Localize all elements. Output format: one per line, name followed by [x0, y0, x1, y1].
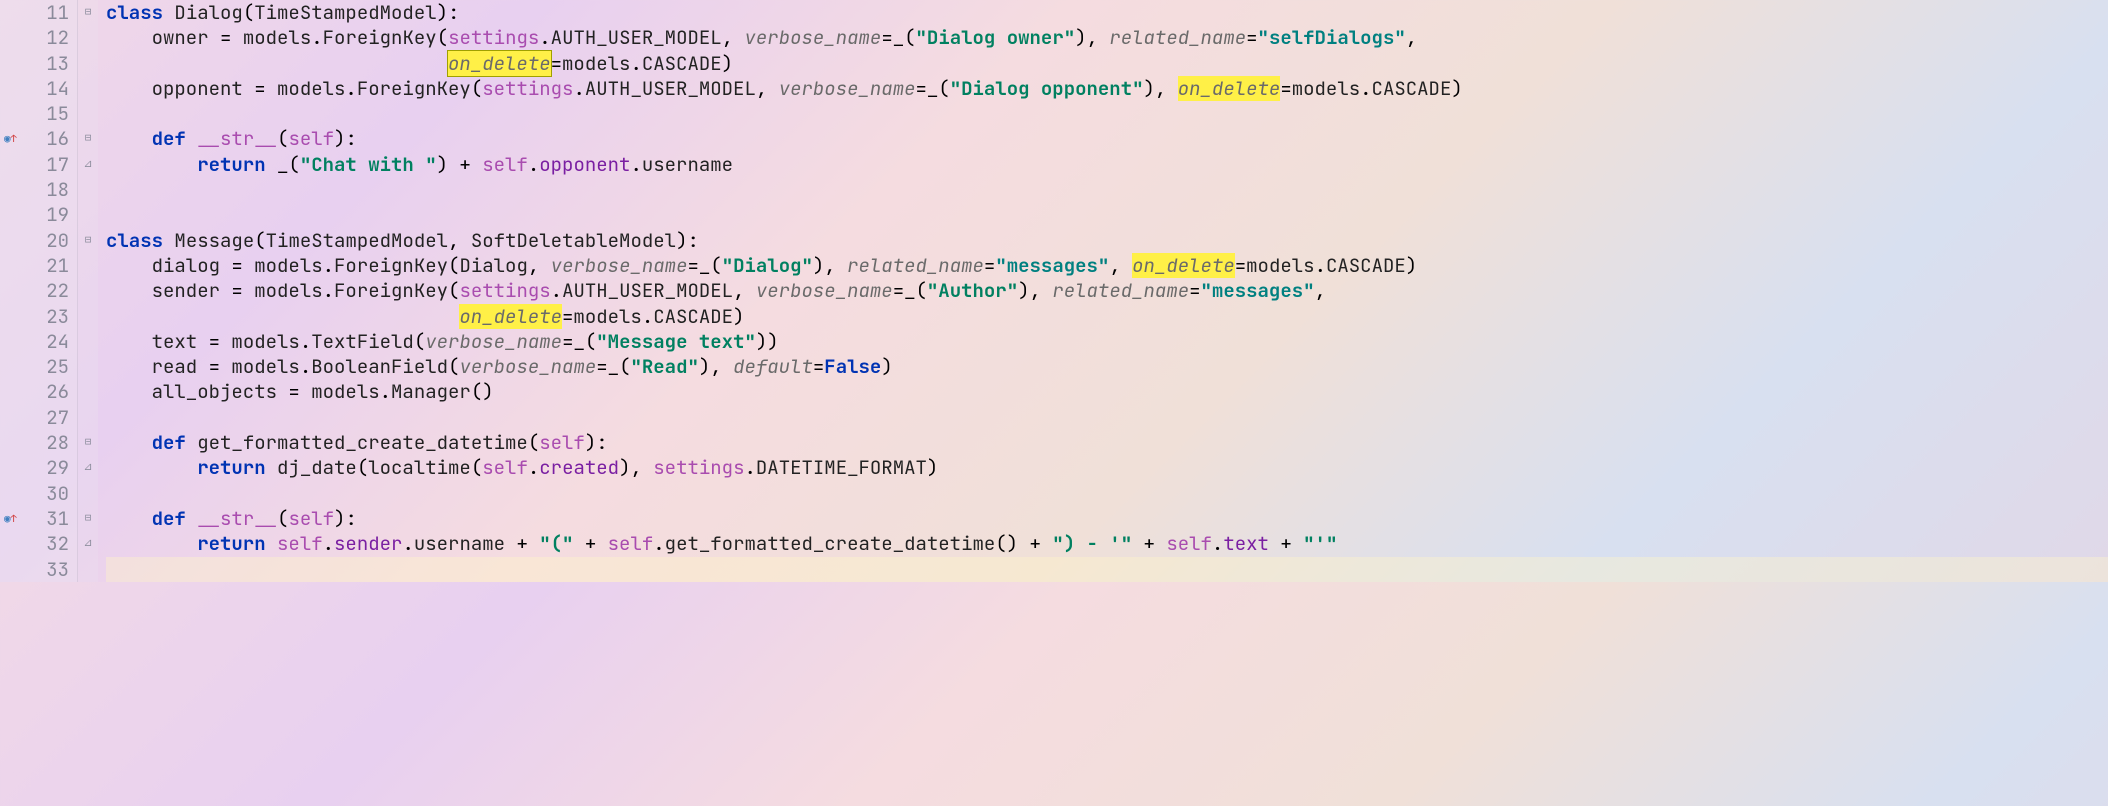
fold-end: ⊿: [78, 152, 98, 177]
line-number[interactable]: 33: [0, 557, 69, 582]
code-line[interactable]: def __str__(self):: [106, 506, 2108, 531]
code-line[interactable]: def __str__(self):: [106, 126, 2108, 151]
line-number[interactable]: 28: [0, 430, 69, 455]
line-number[interactable]: ◉↑31: [0, 506, 69, 531]
line-number[interactable]: 25: [0, 354, 69, 379]
code-line[interactable]: [106, 202, 2108, 227]
fold-toggle[interactable]: ⊟: [78, 506, 98, 531]
code-line[interactable]: read = models.BooleanField(verbose_name=…: [106, 354, 2108, 379]
line-number[interactable]: 20: [0, 228, 69, 253]
line-number[interactable]: 26: [0, 379, 69, 404]
code-line[interactable]: class Dialog(TimeStampedModel):: [106, 0, 2108, 25]
code-line[interactable]: on_delete=models.CASCADE): [106, 51, 2108, 76]
line-number[interactable]: 21: [0, 253, 69, 278]
highlighted-on-delete: on_delete: [459, 304, 562, 329]
code-line[interactable]: [106, 481, 2108, 506]
line-number[interactable]: 29: [0, 455, 69, 480]
line-number[interactable]: 22: [0, 278, 69, 303]
line-number[interactable]: 32: [0, 531, 69, 556]
code-line[interactable]: dialog = models.ForeignKey(Dialog, verbo…: [106, 253, 2108, 278]
line-number[interactable]: 27: [0, 405, 69, 430]
highlighted-on-delete: on_delete: [1132, 253, 1235, 278]
override-marker-icon[interactable]: ◉↑: [4, 126, 17, 152]
fold-toggle[interactable]: ⊟: [78, 228, 98, 253]
line-number[interactable]: 30: [0, 481, 69, 506]
line-number-gutter: 11 12 13 14 15 ◉↑16 17 18 19 20 21 22 23…: [0, 0, 78, 582]
fold-toggle[interactable]: ⊟: [78, 126, 98, 151]
fold-end: ⊿: [78, 531, 98, 556]
line-number[interactable]: 15: [0, 101, 69, 126]
code-editor[interactable]: 11 12 13 14 15 ◉↑16 17 18 19 20 21 22 23…: [0, 0, 2108, 582]
code-line[interactable]: return dj_date(localtime(self.created), …: [106, 455, 2108, 480]
line-number[interactable]: 12: [0, 25, 69, 50]
line-number[interactable]: 11: [0, 0, 69, 25]
code-line[interactable]: sender = models.ForeignKey(settings.AUTH…: [106, 278, 2108, 303]
code-line[interactable]: on_delete=models.CASCADE): [106, 304, 2108, 329]
fold-end: ⊿: [78, 455, 98, 480]
code-line[interactable]: owner = models.ForeignKey(settings.AUTH_…: [106, 25, 2108, 50]
line-number[interactable]: 18: [0, 177, 69, 202]
code-line[interactable]: all_objects = models.Manager(): [106, 379, 2108, 404]
fold-toggle[interactable]: ⊟: [78, 430, 98, 455]
line-number[interactable]: 14: [0, 76, 69, 101]
fold-toggle[interactable]: ⊟: [78, 0, 98, 25]
highlighted-on-delete: on_delete: [448, 51, 551, 76]
code-line[interactable]: return self.sender.username + "(" + self…: [106, 531, 2108, 556]
code-line[interactable]: [106, 405, 2108, 430]
line-number[interactable]: 13: [0, 51, 69, 76]
code-line[interactable]: text = models.TextField(verbose_name=_("…: [106, 329, 2108, 354]
override-marker-icon[interactable]: ◉↑: [4, 505, 17, 531]
line-number[interactable]: 19: [0, 202, 69, 227]
highlighted-on-delete: on_delete: [1178, 76, 1281, 101]
line-number[interactable]: 23: [0, 304, 69, 329]
code-area[interactable]: class Dialog(TimeStampedModel): owner = …: [98, 0, 2108, 582]
code-line-current[interactable]: [106, 557, 2108, 582]
code-line[interactable]: opponent = models.ForeignKey(settings.AU…: [106, 76, 2108, 101]
line-number[interactable]: ◉↑16: [0, 126, 69, 151]
code-line[interactable]: [106, 101, 2108, 126]
code-line[interactable]: return _("Chat with ") + self.opponent.u…: [106, 152, 2108, 177]
code-line[interactable]: [106, 177, 2108, 202]
line-number[interactable]: 24: [0, 329, 69, 354]
code-line[interactable]: def get_formatted_create_datetime(self):: [106, 430, 2108, 455]
fold-gutter: ⊟ ⊟ ⊿ ⊟ ⊟ ⊿ ⊟ ⊿: [78, 0, 98, 582]
code-line[interactable]: class Message(TimeStampedModel, SoftDele…: [106, 228, 2108, 253]
line-number[interactable]: 17: [0, 152, 69, 177]
